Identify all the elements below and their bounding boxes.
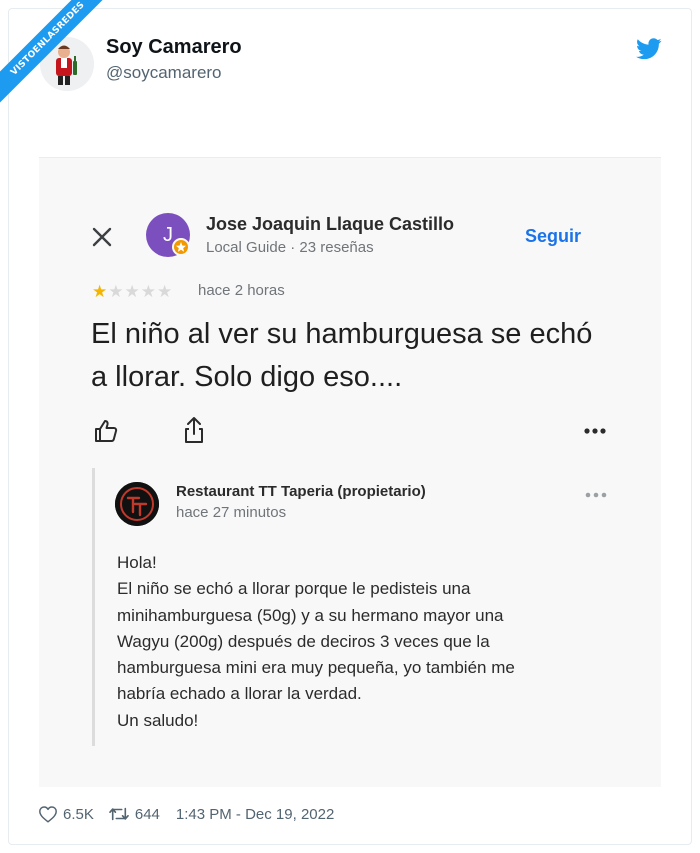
- like-action[interactable]: 6.5K: [38, 805, 94, 823]
- display-name[interactable]: Soy Camarero: [106, 36, 242, 59]
- thumbs-up-icon[interactable]: [93, 418, 119, 444]
- reply-indent-bar: [92, 468, 95, 746]
- reply-line: El niño se echó a llorar porque le pedis…: [117, 579, 471, 599]
- local-guide-badge-icon: [172, 238, 190, 256]
- reply-line: Hola!: [117, 553, 157, 572]
- reply-line: Un saludo!: [117, 710, 199, 730]
- reply-line: minihamburguesa (50g) y a su hermano may…: [117, 605, 504, 625]
- star-rating: ★★★★★: [92, 282, 173, 302]
- reply-line: hamburguesa mini era muy pequeña, yo tam…: [117, 658, 515, 678]
- watermark-text: VISTOENLASREDES: [0, 0, 120, 118]
- like-count: 6.5K: [63, 805, 94, 823]
- twitter-bird-icon[interactable]: [636, 38, 662, 60]
- follow-button[interactable]: Seguir: [525, 226, 581, 247]
- close-icon[interactable]: [90, 225, 114, 249]
- more-options-icon[interactable]: [581, 424, 609, 438]
- tweet-timestamp[interactable]: 1:43 PM - Dec 19, 2022: [176, 806, 334, 823]
- retweet-count: 644: [134, 805, 160, 823]
- reply-line: habría echado a llorar la verdad.: [117, 684, 362, 704]
- star-filled-icon: ★: [92, 282, 109, 301]
- reviewer-meta: Local Guide · 23 reseñas: [206, 239, 374, 256]
- tweet-footer: 6.5K 644 1:43 PM - Dec 19, 2022: [38, 804, 334, 824]
- heart-icon[interactable]: [38, 805, 58, 823]
- owner-name[interactable]: Restaurant TT Taperia (propietario): [176, 483, 426, 500]
- reviewer-name[interactable]: Jose Joaquin Llaque Castillo: [206, 214, 454, 235]
- owner-reply-time: hace 27 minutos: [176, 504, 287, 521]
- retweet-icon[interactable]: [108, 805, 130, 823]
- review-time: hace 2 horas: [198, 282, 285, 299]
- review-text: El niño al ver su hamburguesa se echó a …: [91, 318, 593, 393]
- restaurant-logo[interactable]: [115, 482, 159, 526]
- owner-reply-text: Hola! El niño se echó a llorar porque le…: [117, 550, 597, 734]
- user-handle[interactable]: @soycamarero: [106, 63, 222, 83]
- star-empty-icon: ★★★★: [108, 282, 174, 301]
- reply-more-options-icon[interactable]: [583, 487, 609, 498]
- reply-line: Wagyu (200g) después de deciros 3 veces …: [117, 631, 490, 651]
- watermark-ribbon: VISTOENLASREDES: [0, 0, 120, 120]
- retweet-action[interactable]: 644: [108, 805, 160, 823]
- share-icon[interactable]: [182, 416, 206, 444]
